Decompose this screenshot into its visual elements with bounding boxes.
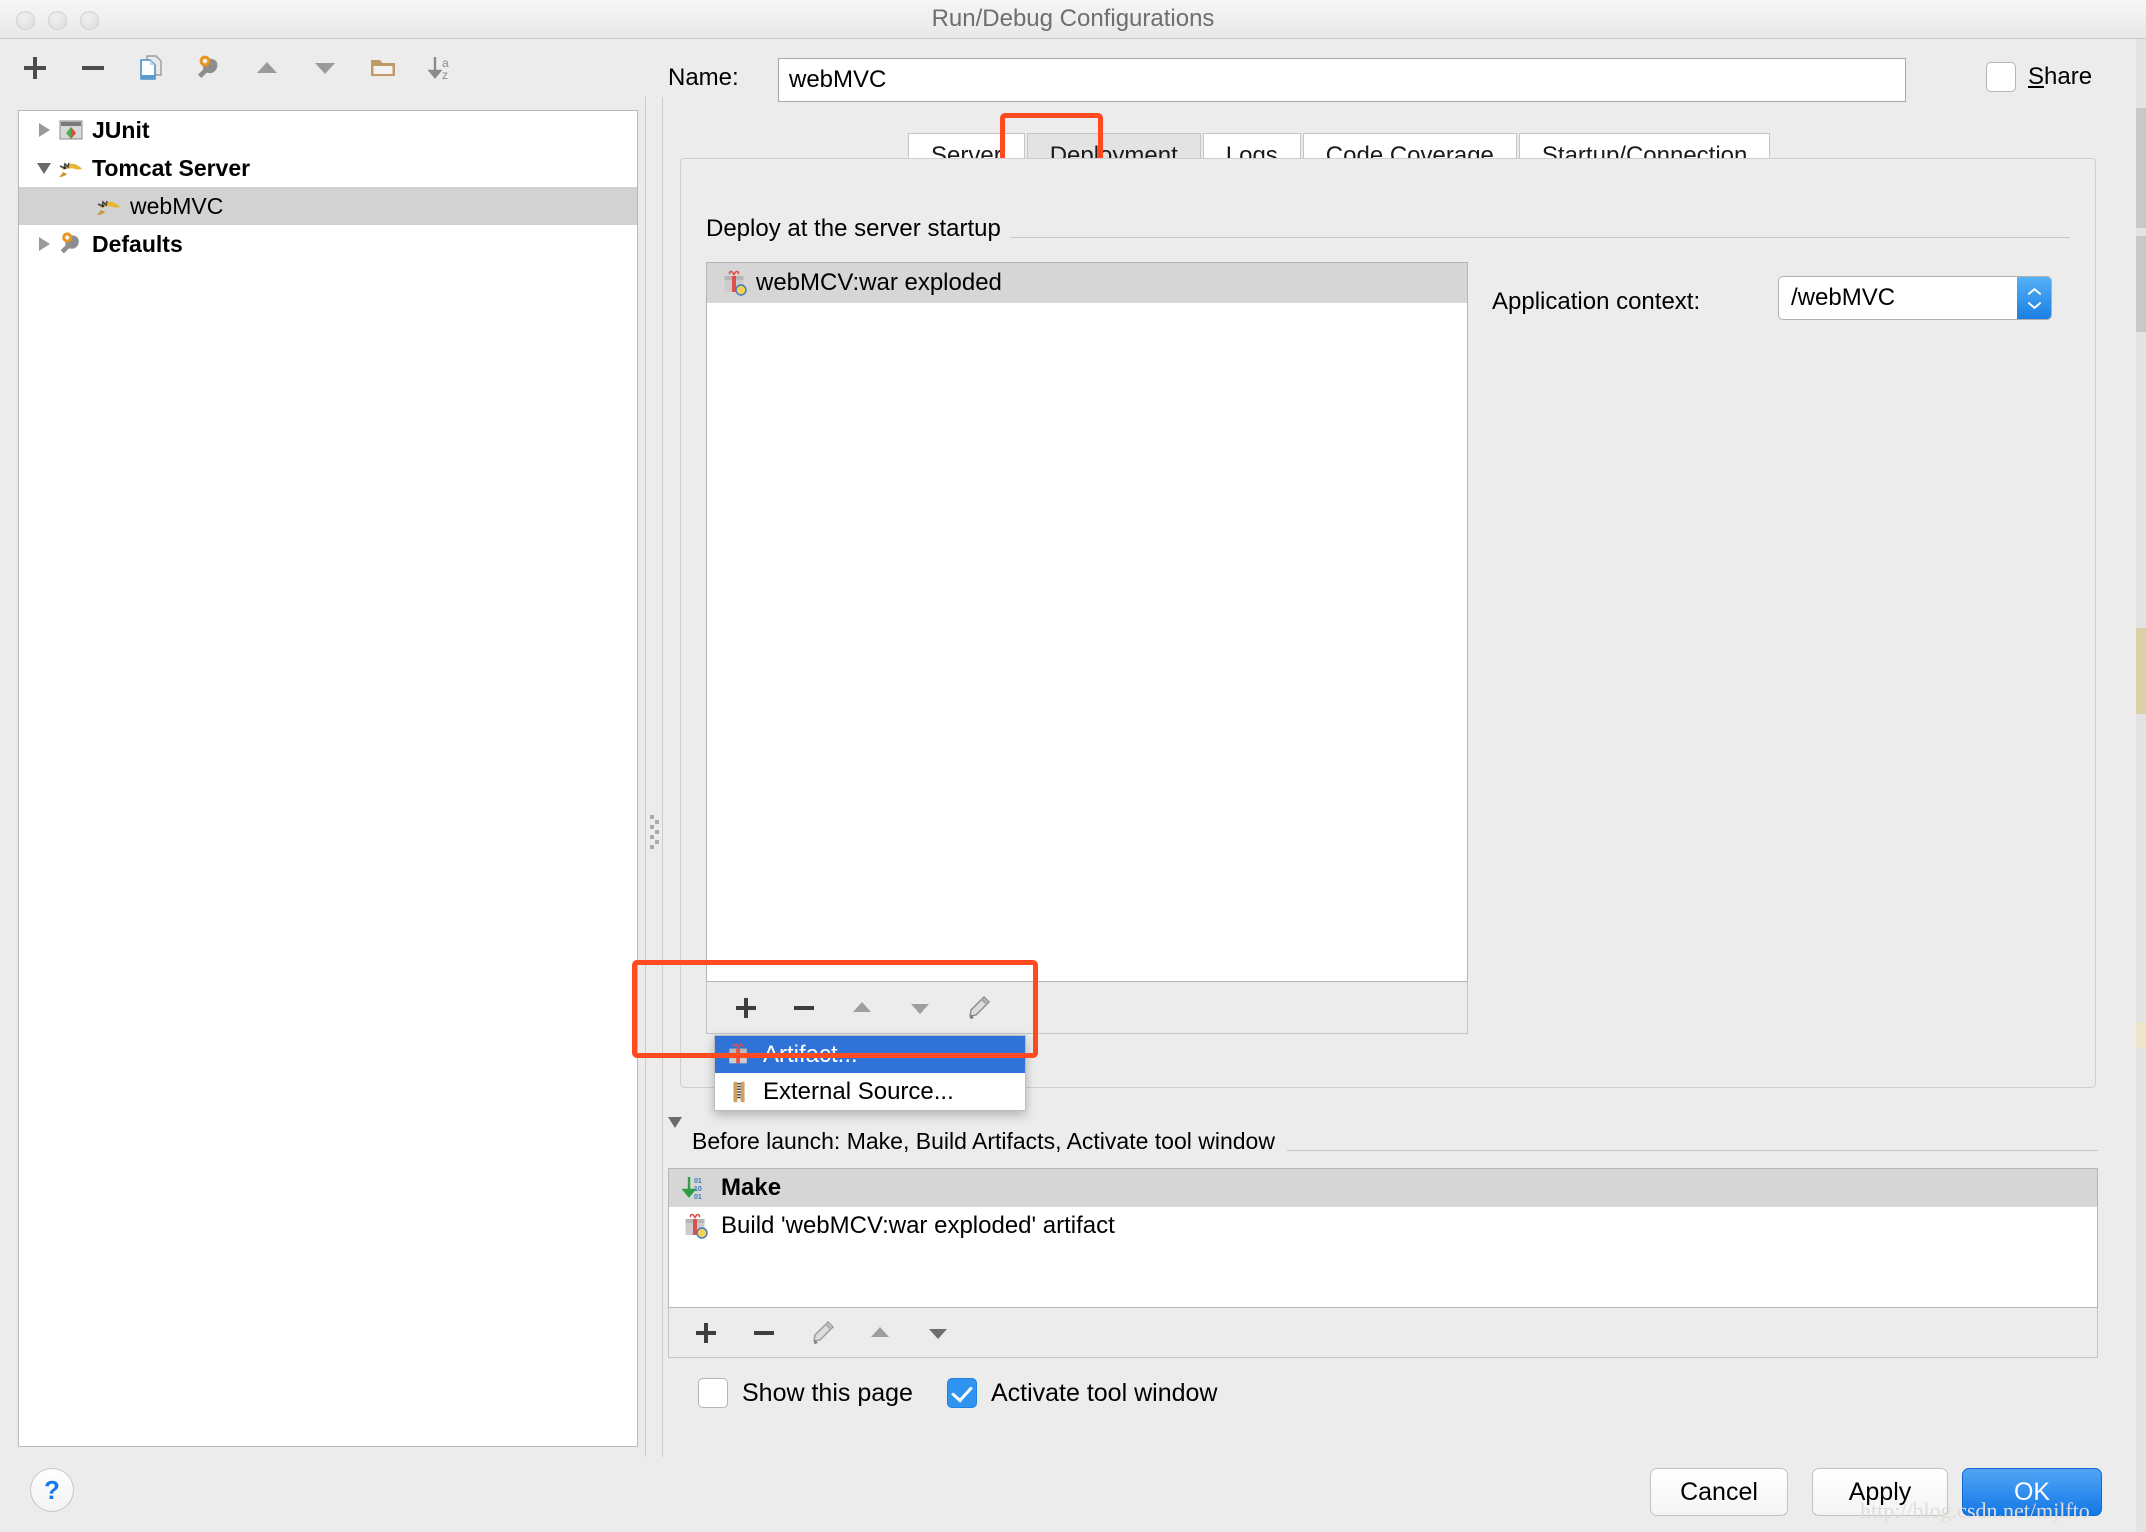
before-launch-toolbar bbox=[668, 1308, 2098, 1358]
application-context-combo[interactable]: /webMVC bbox=[1778, 276, 2052, 320]
menu-item-label: External Source... bbox=[763, 1077, 954, 1105]
stepper-icon[interactable] bbox=[2017, 277, 2051, 319]
before-launch-list[interactable]: 01 10 01 Make Build 'webMCV:war exploded… bbox=[668, 1168, 2098, 1308]
background-strip-b bbox=[2136, 236, 2146, 332]
move-task-down-button[interactable] bbox=[913, 1308, 963, 1358]
run-debug-configurations-dialog: Run/Debug Configurations a z JUnit Tomca… bbox=[0, 0, 2146, 1532]
move-artifact-down-button[interactable] bbox=[895, 983, 945, 1033]
remove-configuration-button[interactable] bbox=[72, 47, 114, 89]
deploy-list-toolbar bbox=[706, 982, 1468, 1034]
panel-splitter[interactable] bbox=[645, 97, 663, 1457]
tree-item-webmvc[interactable]: webMVC bbox=[19, 187, 637, 225]
background-window-peek bbox=[2136, 0, 2146, 1532]
tomcat-icon bbox=[57, 154, 85, 182]
external-source-icon bbox=[725, 1078, 753, 1106]
configurations-tree[interactable]: JUnit Tomcat Server webMVC Defaults bbox=[18, 110, 638, 1447]
svg-text:01: 01 bbox=[694, 1194, 702, 1201]
table-row[interactable]: Build 'webMCV:war exploded' artifact bbox=[669, 1207, 2097, 1245]
move-up-button[interactable] bbox=[246, 47, 288, 89]
title-bar: Run/Debug Configurations bbox=[0, 0, 2146, 39]
share-label: Share bbox=[2028, 63, 2092, 91]
before-launch-header[interactable]: Before launch: Make, Build Artifacts, Ac… bbox=[668, 1117, 1287, 1155]
tree-item-defaults[interactable]: Defaults bbox=[19, 225, 637, 263]
cancel-button[interactable]: Cancel bbox=[1650, 1468, 1788, 1516]
activate-tool-window-group[interactable]: Activate tool window bbox=[946, 1378, 1218, 1408]
artifact-icon bbox=[725, 1041, 753, 1069]
background-strip-a bbox=[2136, 108, 2146, 228]
add-configuration-button[interactable] bbox=[14, 47, 56, 89]
make-icon: 01 10 01 bbox=[681, 1173, 711, 1203]
remove-artifact-button[interactable] bbox=[779, 983, 829, 1033]
tree-item-label: webMVC bbox=[130, 192, 224, 219]
share-checkbox-group[interactable]: Share bbox=[1986, 62, 2092, 92]
before-launch-title: Before launch: Make, Build Artifacts, Ac… bbox=[692, 1128, 1275, 1154]
menu-item-artifact[interactable]: Artifact... bbox=[715, 1036, 1025, 1073]
svg-text:01: 01 bbox=[694, 1178, 702, 1185]
show-this-page-checkbox[interactable] bbox=[698, 1378, 728, 1408]
application-context-label: Application context: bbox=[1492, 288, 1701, 315]
create-folder-button[interactable] bbox=[362, 47, 404, 89]
move-down-button[interactable] bbox=[304, 47, 346, 89]
move-artifact-up-button[interactable] bbox=[837, 983, 887, 1033]
edit-artifact-button[interactable] bbox=[953, 983, 1003, 1033]
add-artifact-popup-menu[interactable]: Artifact... External Source... bbox=[714, 1035, 1026, 1111]
list-item[interactable]: webMCV:war exploded bbox=[707, 263, 1467, 303]
artifact-icon bbox=[721, 269, 749, 297]
menu-item-external-source[interactable]: External Source... bbox=[715, 1073, 1025, 1110]
chevron-down-icon[interactable] bbox=[31, 149, 57, 187]
help-button[interactable]: ? bbox=[30, 1468, 74, 1512]
move-task-up-button[interactable] bbox=[855, 1308, 905, 1358]
window-title: Run/Debug Configurations bbox=[931, 5, 1215, 32]
name-label: Name: bbox=[668, 64, 739, 91]
show-this-page-group[interactable]: Show this page bbox=[698, 1378, 913, 1408]
chevron-right-icon[interactable] bbox=[31, 111, 57, 149]
splitter-grip-icon[interactable] bbox=[650, 815, 659, 851]
chevron-down-icon[interactable] bbox=[668, 1117, 682, 1155]
share-mnemonic: S bbox=[2028, 63, 2045, 90]
activate-tool-window-checkbox[interactable] bbox=[946, 1378, 977, 1408]
background-strip-d bbox=[2136, 1022, 2146, 1048]
svg-text:z: z bbox=[442, 68, 448, 82]
artifact-icon bbox=[681, 1211, 711, 1241]
add-artifact-button[interactable] bbox=[721, 983, 771, 1033]
deploy-section-title: Deploy at the server startup bbox=[706, 215, 1011, 243]
share-label-rest: hare bbox=[2044, 63, 2093, 90]
name-input[interactable] bbox=[778, 58, 1906, 102]
sort-configurations-button[interactable]: a z bbox=[420, 47, 462, 89]
junit-icon bbox=[57, 116, 85, 144]
table-row[interactable]: 01 10 01 Make bbox=[669, 1169, 2097, 1207]
activate-tool-window-label: Activate tool window bbox=[990, 1378, 1218, 1407]
tree-item-tomcat-server[interactable]: Tomcat Server bbox=[19, 149, 637, 187]
tomcat-icon bbox=[95, 192, 123, 220]
edit-defaults-button[interactable] bbox=[188, 47, 230, 89]
wrench-icon bbox=[57, 230, 85, 258]
tree-item-label: Tomcat Server bbox=[92, 154, 251, 181]
application-context-value: /webMVC bbox=[1791, 284, 1896, 311]
edit-task-button[interactable] bbox=[797, 1308, 847, 1358]
list-item-label: webMCV:war exploded bbox=[756, 269, 1002, 296]
chevron-up-icon bbox=[2027, 287, 2041, 295]
copy-configuration-button[interactable] bbox=[130, 47, 172, 89]
tree-item-junit[interactable]: JUnit bbox=[19, 111, 637, 149]
bottom-options: Show this page Activate tool window bbox=[698, 1378, 1217, 1408]
background-strip-c bbox=[2136, 628, 2146, 714]
table-cell-label: Build 'webMCV:war exploded' artifact bbox=[721, 1212, 1115, 1239]
menu-item-label: Artifact... bbox=[763, 1040, 858, 1068]
chevron-down-icon bbox=[2027, 301, 2041, 309]
share-checkbox[interactable] bbox=[1986, 62, 2016, 92]
remove-task-button[interactable] bbox=[739, 1308, 789, 1358]
tree-item-label: Defaults bbox=[92, 230, 183, 257]
add-task-button[interactable] bbox=[681, 1308, 731, 1358]
configurations-toolbar: a z bbox=[0, 39, 645, 97]
svg-text:10: 10 bbox=[694, 1186, 702, 1193]
deploy-artifact-list[interactable]: webMCV:war exploded bbox=[706, 262, 1468, 982]
show-this-page-label: Show this page bbox=[742, 1378, 913, 1407]
watermark: http://blog.csdn.net/mjlfto bbox=[1860, 1498, 2090, 1523]
tree-item-label: JUnit bbox=[92, 116, 150, 143]
table-cell-label: Make bbox=[721, 1174, 782, 1201]
chevron-right-icon[interactable] bbox=[31, 225, 57, 263]
